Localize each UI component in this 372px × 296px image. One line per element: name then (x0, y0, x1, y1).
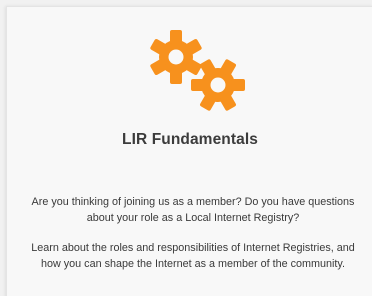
card-description: Learn about the roles and responsibiliti… (31, 242, 355, 270)
card-description: Are you thinking of joining us as a memb… (31, 196, 355, 224)
card-title[interactable]: LIR Fundamentals (7, 131, 372, 149)
gears-icon (148, 29, 248, 113)
gear-icon (191, 59, 245, 111)
course-card[interactable]: LIR Fundamentals Are you thinking of joi… (6, 6, 372, 296)
page: LIR Fundamentals Are you thinking of joi… (0, 0, 372, 296)
